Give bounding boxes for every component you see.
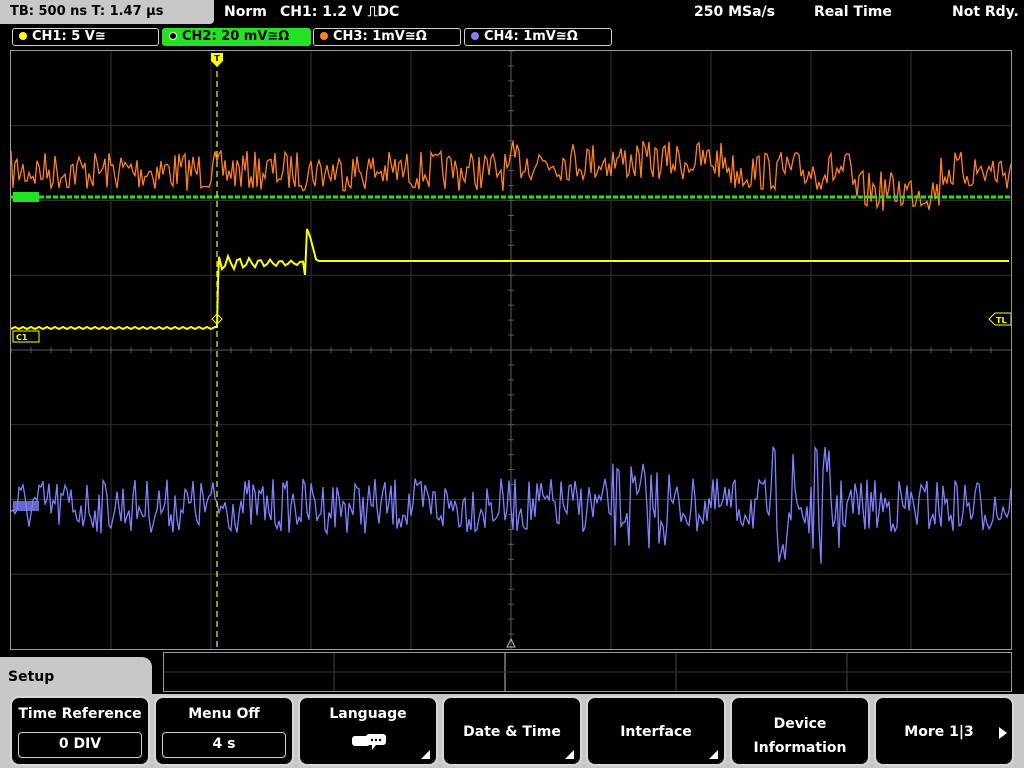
date-time-label: Date & Time (463, 724, 561, 740)
language-label: Language (329, 706, 407, 722)
channel-2-tab[interactable]: CH2: 20 mV≅Ω (162, 28, 311, 46)
device-information-label-line1: Device (773, 716, 827, 732)
channel-4-tab[interactable]: CH4: 1mV≅Ω (464, 28, 612, 46)
sample-rate: 250 MSa/s (694, 4, 776, 20)
speech-bubbles-icon (352, 734, 386, 750)
more-key[interactable]: More 1|3 (874, 696, 1014, 766)
submenu-indicator-icon (709, 750, 718, 759)
channel-4-label: CH4: 1mV≅Ω (484, 29, 578, 44)
channel-3-tab[interactable]: CH3: 1mV≅Ω (313, 28, 461, 46)
trigger-level-marker[interactable]: TL (988, 312, 1011, 326)
channel-3-dot (320, 32, 328, 40)
trigger-source[interactable]: CH1: 1.2 V ⎍DC (280, 0, 399, 24)
acquisition-mode: Real Time (814, 4, 892, 20)
channel-1-trace (11, 228, 1009, 331)
waveform-display[interactable]: T C1 TL (10, 50, 1012, 650)
device-information-label-line2: Information (753, 740, 847, 756)
submenu-indicator-icon (565, 750, 574, 759)
overview-bar (163, 652, 1012, 692)
more-label: More 1|3 (904, 724, 974, 740)
interface-key[interactable]: Interface (586, 696, 726, 766)
channel-1-tab[interactable]: CH1: 5 V≅ (12, 28, 159, 46)
menu-off-key[interactable]: Menu Off 4 s (154, 696, 294, 766)
date-time-key[interactable]: Date & Time (442, 696, 582, 766)
svg-text:T: T (214, 54, 220, 63)
channel-2-ref-marker[interactable] (13, 192, 39, 202)
svg-text:C1: C1 (16, 333, 28, 342)
channel-4-dot (471, 32, 479, 40)
channel-1-label: CH1: 5 V≅ (32, 29, 106, 44)
channel-4-ref-marker[interactable] (13, 501, 39, 511)
svg-text:TL: TL (996, 316, 1007, 325)
channel-1-dot (19, 32, 27, 40)
interface-label: Interface (620, 724, 692, 740)
submenu-indicator-icon (421, 750, 430, 759)
trigger-position-marker[interactable]: T (211, 53, 223, 67)
next-page-arrow-icon (999, 727, 1007, 739)
menu-off-label: Menu Off (188, 706, 260, 722)
status-bar: TB: 500 ns T: 1.47 µs Norm CH1: 1.2 V ⎍D… (0, 0, 1024, 26)
ready-status: Not Rdy. (952, 4, 1019, 20)
menu-off-value: 4 s (162, 732, 286, 758)
channel-3-label: CH3: 1mV≅Ω (333, 29, 427, 44)
overview-svg (164, 653, 1011, 691)
waveform-svg: T C1 TL (11, 51, 1011, 649)
timebase-readout[interactable]: TB: 500 ns T: 1.47 µs (0, 0, 214, 24)
trigger-mode[interactable]: Norm (224, 0, 267, 24)
device-information-key[interactable]: Device Information (730, 696, 870, 766)
softkey-bar: Time Reference 0 DIV Menu Off 4 s Langua… (0, 694, 1024, 768)
channel-2-dot (169, 32, 177, 40)
channel-2-label: CH2: 20 mV≅Ω (182, 29, 290, 44)
language-key[interactable]: Language (298, 696, 438, 766)
channel-bar: CH1: 5 V≅ CH2: 20 mV≅Ω CH3: 1mV≅Ω CH4: 1… (0, 26, 1024, 48)
menu-title: Setup (0, 657, 152, 697)
graticule (11, 51, 1011, 649)
time-reference-label: Time Reference (18, 706, 142, 722)
time-reference-value: 0 DIV (18, 732, 142, 758)
device-information-label: Device Information (732, 712, 868, 760)
time-reference-key[interactable]: Time Reference 0 DIV (10, 696, 150, 766)
channel-1-ref-marker[interactable]: C1 (12, 330, 40, 343)
